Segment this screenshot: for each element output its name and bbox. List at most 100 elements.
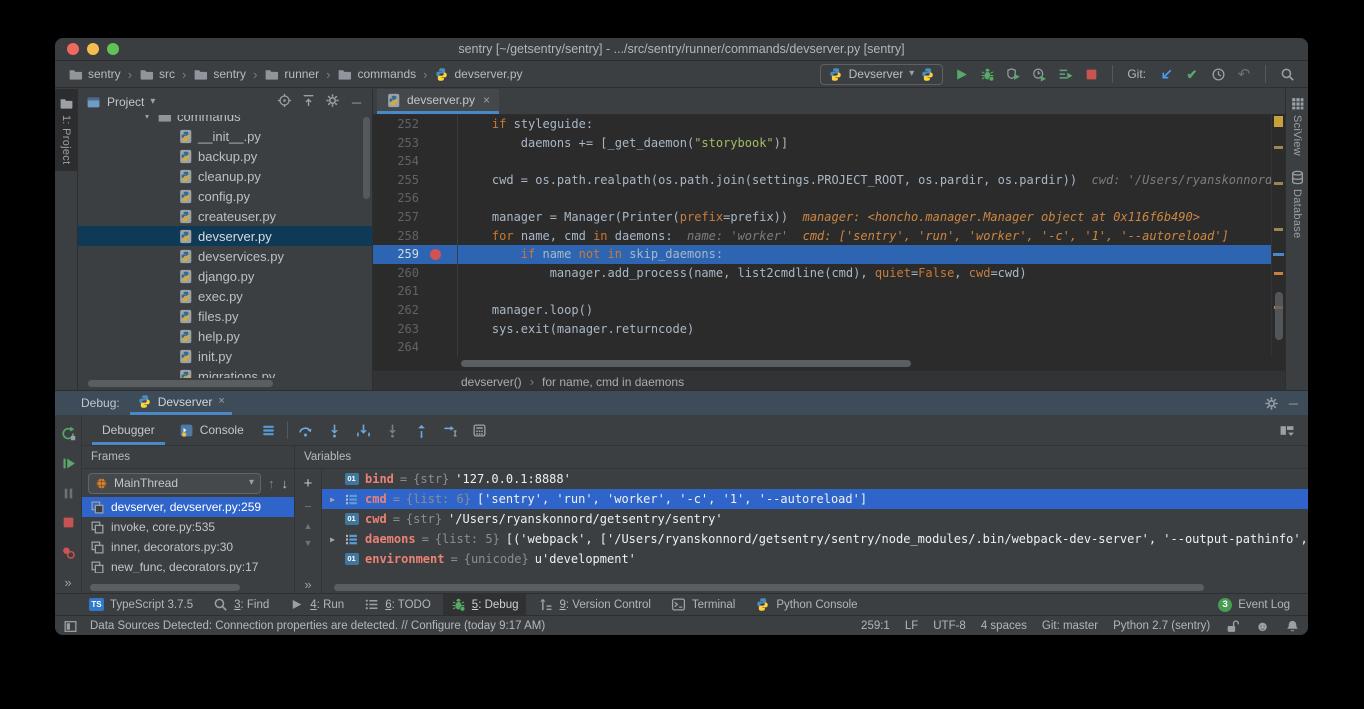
- code-line[interactable]: 255 cwd = os.path.realpath(os.path.join(…: [373, 171, 1285, 190]
- lock-icon[interactable]: [1225, 619, 1240, 634]
- move-up-icon[interactable]: ▲: [304, 521, 313, 531]
- breakpoint-gutter[interactable]: [427, 320, 445, 339]
- close-window-button[interactable]: [67, 43, 79, 55]
- tree-item[interactable]: django.py: [78, 266, 372, 286]
- git-update-button[interactable]: [1155, 63, 1177, 85]
- search-everywhere-button[interactable]: [1276, 63, 1298, 85]
- tree-item[interactable]: backup.py: [78, 146, 372, 166]
- tree-item[interactable]: __init__.py: [78, 126, 372, 146]
- debug-session-tab[interactable]: Devserver ×: [130, 391, 232, 415]
- breakpoint-gutter[interactable]: [427, 264, 445, 283]
- toolwindow-button-terminal[interactable]: Terminal: [663, 594, 743, 615]
- tab-devserver-py[interactable]: devserver.py ×: [377, 89, 499, 114]
- concurrency-button[interactable]: [1054, 63, 1076, 85]
- breadcrumb-item[interactable]: runner: [261, 65, 322, 84]
- variable-row[interactable]: 01bind = {str} '127.0.0.1:8888': [322, 469, 1308, 489]
- project-collapse-all-button[interactable]: [301, 93, 316, 111]
- toolwindow-button-3-find[interactable]: 3: Find: [205, 594, 277, 615]
- stop-button[interactable]: [57, 512, 79, 533]
- toolwindow-button-9-version-control[interactable]: 9: Version Control: [530, 594, 658, 615]
- breadcrumb-item[interactable]: commands: [334, 65, 419, 84]
- evaluate-button[interactable]: [469, 419, 491, 441]
- code-line[interactable]: 263 sys.exit(manager.returncode): [373, 320, 1285, 339]
- expand-icon[interactable]: ▶: [327, 535, 338, 544]
- stack-frame-row[interactable]: inner, decorators.py:30: [82, 537, 294, 557]
- close-icon[interactable]: ×: [218, 396, 224, 407]
- tool-window-toggle-icon[interactable]: [63, 619, 78, 634]
- project-target-button[interactable]: [277, 93, 292, 111]
- tree-item[interactable]: ▾commands: [78, 115, 372, 126]
- inspection-status-icon[interactable]: [1274, 116, 1283, 127]
- status-message[interactable]: Data Sources Detected: Connection proper…: [90, 620, 545, 632]
- code-line[interactable]: 252 if styleguide:: [373, 115, 1285, 134]
- step-into-button[interactable]: [324, 419, 346, 441]
- notifications-icon[interactable]: [1285, 619, 1300, 634]
- tab-console[interactable]: Console: [169, 415, 254, 445]
- remove-watch-icon[interactable]: −: [304, 499, 312, 514]
- close-tab-icon[interactable]: ×: [483, 93, 490, 107]
- minimize-icon[interactable]: ─: [1289, 397, 1298, 410]
- tree-item[interactable]: help.py: [78, 326, 372, 346]
- toolwindow-button-4-run[interactable]: 4: Run: [281, 594, 352, 615]
- tab-debugger[interactable]: Debugger: [92, 415, 165, 445]
- stripe-mark[interactable]: [1274, 182, 1283, 185]
- current-line-mark[interactable]: [1273, 253, 1284, 256]
- project-tree-scrollbar[interactable]: [363, 117, 370, 199]
- coverage-button[interactable]: [1002, 63, 1024, 85]
- previous-frame-icon[interactable]: ↑: [268, 477, 275, 490]
- scrollbar-thumb[interactable]: [334, 584, 1204, 591]
- rollback-button[interactable]: ↶: [1233, 63, 1255, 85]
- tree-item[interactable]: devservices.py: [78, 246, 372, 266]
- run-configuration-select[interactable]: Devserver ▾: [820, 64, 944, 85]
- variable-row[interactable]: 01environment = {unicode} u'development': [322, 549, 1308, 569]
- breakpoint-gutter[interactable]: [427, 115, 445, 134]
- more-icon[interactable]: »: [304, 578, 311, 591]
- project-gear-button[interactable]: [325, 93, 340, 111]
- breakpoint-gutter[interactable]: [427, 301, 445, 320]
- breakpoint-gutter[interactable]: [427, 171, 445, 190]
- breakpoint-gutter[interactable]: [427, 152, 445, 171]
- line-separator[interactable]: LF: [905, 620, 918, 632]
- caret-position[interactable]: 259:1: [861, 620, 890, 632]
- breadcrumb-item[interactable]: sentry: [190, 65, 249, 84]
- code-line[interactable]: 260 manager.add_process(name, list2cmdli…: [373, 264, 1285, 283]
- tool-stripe-button[interactable]: SciView: [1286, 89, 1308, 163]
- tree-item[interactable]: config.py: [78, 186, 372, 206]
- thread-select[interactable]: MainThread ▾: [88, 473, 261, 494]
- step-into-my-code-button[interactable]: [353, 419, 375, 441]
- layout-settings-button[interactable]: [258, 419, 280, 441]
- breadcrumb-item[interactable]: devserver.py: [431, 65, 525, 84]
- breakpoint-gutter[interactable]: [427, 208, 445, 227]
- tree-item[interactable]: cleanup.py: [78, 166, 372, 186]
- tree-item[interactable]: migrations.py: [78, 366, 372, 378]
- editor-error-stripe[interactable]: [1271, 114, 1285, 355]
- code-line[interactable]: 254: [373, 152, 1285, 171]
- breakpoint-gutter[interactable]: [427, 282, 445, 301]
- zoom-window-button[interactable]: [107, 43, 119, 55]
- breakpoint-gutter[interactable]: [427, 189, 445, 208]
- git-branch[interactable]: Git: master: [1042, 620, 1098, 632]
- project-minimize-button[interactable]: ─: [349, 95, 364, 110]
- history-button[interactable]: [1207, 63, 1229, 85]
- toolwindow-button-5-debug[interactable]: 5: Debug: [443, 594, 527, 615]
- variable-row[interactable]: 01cwd = {str} '/Users/ryanskonnord/getse…: [322, 509, 1308, 529]
- run-to-cursor-button[interactable]: [440, 419, 462, 441]
- stop-button[interactable]: [1080, 63, 1102, 85]
- next-frame-icon[interactable]: ↓: [282, 477, 289, 490]
- stack-frame-row[interactable]: devserver, devserver.py:259: [82, 497, 294, 517]
- code-line[interactable]: 262 manager.loop(): [373, 301, 1285, 320]
- scrollbar-thumb[interactable]: [88, 380, 273, 387]
- code-line[interactable]: 258 for name, cmd in daemons: name: 'wor…: [373, 227, 1285, 246]
- restore-layout-icon[interactable]: [1278, 423, 1296, 438]
- breakpoint-gutter[interactable]: [427, 245, 445, 264]
- tree-item[interactable]: createuser.py: [78, 206, 372, 226]
- toolwindow-button-typescript-3-7-5[interactable]: TSTypeScript 3.7.5: [81, 594, 201, 615]
- breakpoint-gutter[interactable]: [427, 227, 445, 246]
- breakpoint-gutter[interactable]: [427, 134, 445, 153]
- tool-stripe-button[interactable]: Database: [1286, 163, 1308, 246]
- toolwindow-button-python-console[interactable]: Python Console: [747, 594, 865, 615]
- code-area[interactable]: 252 if styleguide:253 daemons += [_get_d…: [373, 115, 1285, 357]
- code-line[interactable]: 264: [373, 338, 1285, 357]
- file-encoding[interactable]: UTF-8: [933, 620, 966, 632]
- python-interpreter[interactable]: Python 2.7 (sentry): [1113, 620, 1210, 632]
